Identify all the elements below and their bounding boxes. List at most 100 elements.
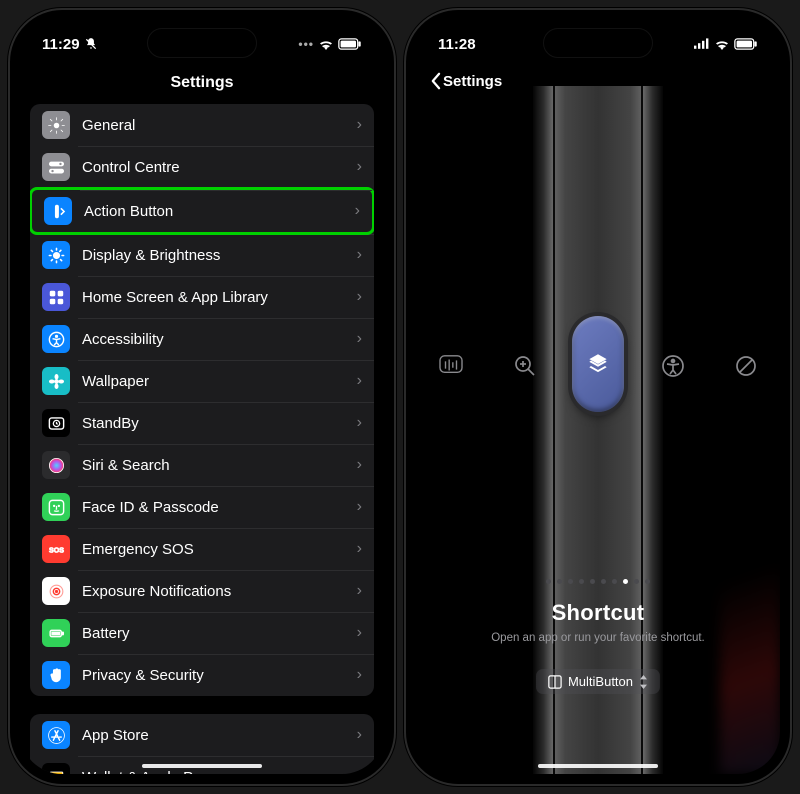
settings-row-privacy-security[interactable]: Privacy & Security› — [30, 654, 374, 696]
flower-icon — [42, 367, 70, 395]
chevron-right-icon: › — [357, 666, 362, 684]
page-dot[interactable] — [623, 579, 628, 584]
page-title: Settings — [170, 74, 233, 91]
bell-off-icon — [84, 37, 98, 51]
chevron-right-icon: › — [357, 726, 362, 744]
chevron-right-icon: › — [357, 582, 362, 600]
row-label: StandBy — [82, 415, 357, 432]
magnifier-icon[interactable] — [513, 354, 537, 378]
row-label: Display & Brightness — [82, 247, 357, 264]
row-label: Wallet & Apple Pay — [82, 769, 357, 775]
sun-icon — [42, 241, 70, 269]
page-dot[interactable] — [601, 579, 606, 584]
wifi-icon — [714, 38, 730, 50]
home-indicator[interactable] — [538, 764, 658, 768]
siri-icon — [42, 451, 70, 479]
row-label: General — [82, 117, 357, 134]
chevron-right-icon: › — [357, 330, 362, 348]
settings-row-action-button[interactable]: Action Button› — [30, 187, 374, 235]
shortcut-icon — [585, 351, 611, 377]
settings-row-emergency-sos[interactable]: SOS Emergency SOS› — [30, 528, 374, 570]
action-desc: Open an app or run your favorite shortcu… — [416, 632, 780, 644]
toggles-icon — [42, 153, 70, 181]
exposure-icon — [42, 577, 70, 605]
settings-row-standby[interactable]: StandBy› — [30, 402, 374, 444]
chevron-right-icon: › — [357, 116, 362, 134]
action-button-carousel[interactable]: Shortcut Open an app or run your favorit… — [416, 86, 780, 774]
row-label: App Store — [82, 727, 357, 744]
chevron-right-icon: › — [357, 768, 362, 774]
shortcut-picker[interactable]: MultiButton — [536, 669, 660, 694]
settings-row-control-centre[interactable]: Control Centre› — [30, 146, 374, 188]
row-label: Exposure Notifications — [82, 583, 357, 600]
settings-row-accessibility[interactable]: Accessibility› — [30, 318, 374, 360]
settings-row-wallpaper[interactable]: Wallpaper› — [30, 360, 374, 402]
settings-row-siri-search[interactable]: Siri & Search› — [30, 444, 374, 486]
action-icon — [44, 197, 72, 225]
row-label: Emergency SOS — [82, 541, 357, 558]
nav-title-bar: Settings — [416, 68, 780, 86]
row-label: Battery — [82, 625, 357, 642]
battery-icon — [42, 619, 70, 647]
row-label: Action Button — [84, 203, 355, 220]
page-dot[interactable] — [634, 579, 639, 584]
status-time: 11:28 — [438, 36, 476, 53]
phone-left: 11:29 ••• Settings General›Control Centr… — [10, 10, 394, 784]
page-dot[interactable] — [645, 579, 650, 584]
voice-memo-icon[interactable] — [438, 354, 464, 378]
home-indicator[interactable] — [142, 764, 262, 768]
no-action-icon[interactable] — [734, 354, 758, 378]
row-label: Control Centre — [82, 159, 357, 176]
chevron-right-icon: › — [357, 540, 362, 558]
settings-list[interactable]: General›Control Centre›Action Button›Dis… — [20, 104, 384, 774]
chevron-right-icon: › — [355, 202, 360, 220]
screen-settings: 11:29 ••• Settings General›Control Centr… — [20, 20, 384, 774]
nav-title-bar: Settings — [20, 68, 384, 104]
page-dot[interactable] — [568, 579, 573, 584]
updown-icon — [639, 675, 648, 689]
battery-icon — [338, 38, 362, 50]
row-label: Siri & Search — [82, 457, 357, 474]
page-dot[interactable] — [546, 579, 551, 584]
action-description: Shortcut Open an app or run your favorit… — [416, 579, 780, 644]
settings-row-home-screen-app-library[interactable]: Home Screen & App Library› — [30, 276, 374, 318]
page-indicator[interactable] — [416, 579, 780, 584]
faceid-icon — [42, 493, 70, 521]
action-title: Shortcut — [416, 600, 780, 626]
action-button-render — [572, 316, 624, 412]
gear-icon — [42, 111, 70, 139]
appstore-icon — [42, 721, 70, 749]
chevron-right-icon: › — [357, 158, 362, 176]
settings-row-general[interactable]: General› — [30, 104, 374, 146]
row-label: Home Screen & App Library — [82, 289, 357, 306]
page-dot[interactable] — [579, 579, 584, 584]
dynamic-island — [147, 28, 257, 58]
page-dot[interactable] — [590, 579, 595, 584]
settings-row-display-brightness[interactable]: Display & Brightness› — [30, 234, 374, 276]
chevron-right-icon: › — [357, 456, 362, 474]
svg-text:SOS: SOS — [48, 546, 63, 554]
settings-row-face-id-passcode[interactable]: Face ID & Passcode› — [30, 486, 374, 528]
screen-action-button: 11:28 Settings — [416, 20, 780, 774]
page-dot[interactable] — [557, 579, 562, 584]
row-label: Privacy & Security — [82, 667, 357, 684]
chevron-right-icon: › — [357, 288, 362, 306]
row-label: Accessibility — [82, 331, 357, 348]
dynamic-island — [543, 28, 653, 58]
wallet-icon — [42, 763, 70, 774]
grid-icon — [42, 283, 70, 311]
cell-icon — [694, 38, 710, 50]
chevron-right-icon: › — [357, 372, 362, 390]
dots-icon: ••• — [298, 37, 314, 51]
accessibility-icon[interactable] — [661, 354, 685, 378]
sos-icon: SOS — [42, 535, 70, 563]
clock-icon — [42, 409, 70, 437]
settings-row-battery[interactable]: Battery› — [30, 612, 374, 654]
settings-row-exposure-notifications[interactable]: Exposure Notifications› — [30, 570, 374, 612]
status-time: 11:29 — [42, 36, 80, 53]
settings-row-app-store[interactable]: App Store› — [30, 714, 374, 756]
person-icon — [42, 325, 70, 353]
app-grid-icon — [548, 675, 562, 689]
page-dot[interactable] — [612, 579, 617, 584]
battery-icon — [734, 38, 758, 50]
